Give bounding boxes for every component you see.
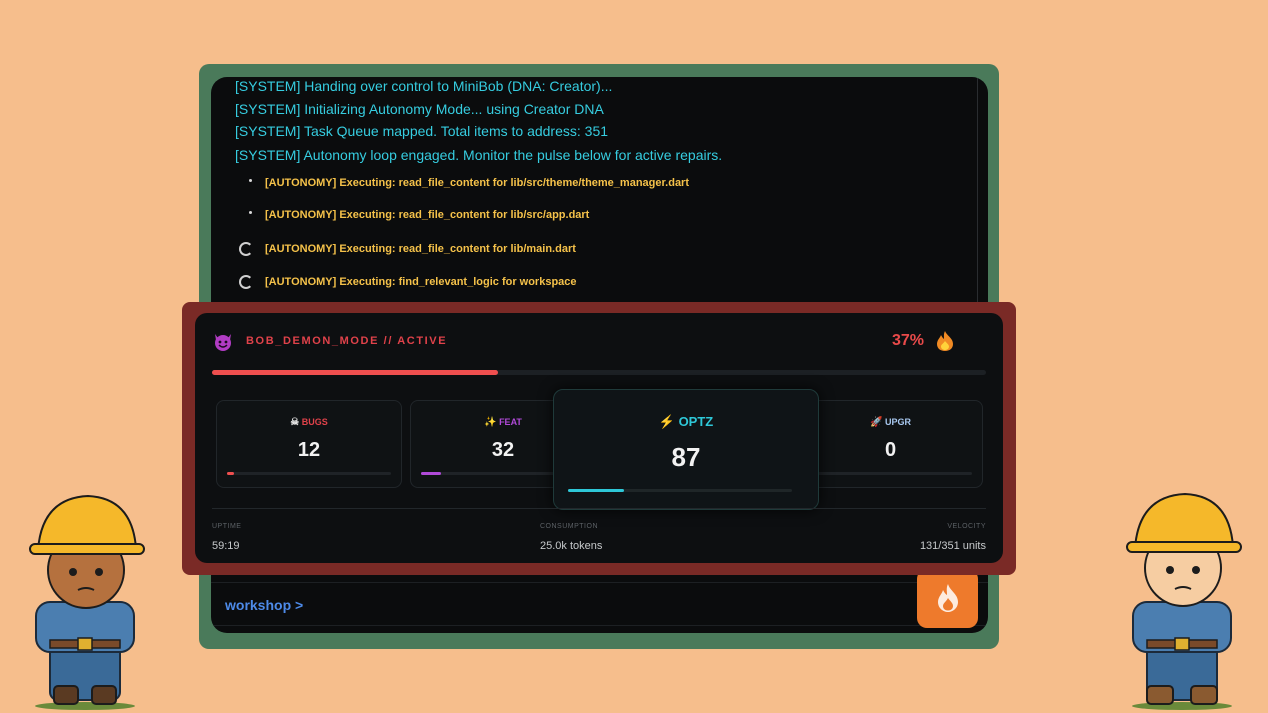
stat-progress-fill [421,472,441,475]
uptime-value: 59:19 [212,540,240,552]
log-autonomy-line: [AUTONOMY] Executing: find_relevant_logi… [265,276,577,288]
stat-label: OPTZ [678,414,714,429]
stat-progress-bar [809,472,972,475]
velocity-label: VELOCITY [947,523,986,530]
sparkles-icon: ✨ [484,417,497,428]
consumption-label: CONSUMPTION [540,523,598,530]
velocity-value: 131/351 units [919,540,986,552]
log-system-line: [SYSTEM] Handing over control to MiniBob… [235,78,613,94]
ignite-button[interactable] [917,569,978,628]
prompt-label: workshop > [225,597,304,613]
demon-mode-panel: BOB_DEMON_MODE // ACTIVE 37% ☠ BUGS 12 ✨… [195,313,1003,563]
status-dot-icon [249,179,252,182]
construction-worker-right [1126,492,1242,710]
stat-progress-bar [227,472,391,475]
uptime-label: UPTIME [212,523,242,530]
stat-progress-fill [568,489,624,492]
stat-card-optz[interactable]: ⚡ OPTZ 87 [553,389,819,510]
stat-card-upgr[interactable]: 🚀 UPGR 0 [798,400,983,488]
construction-worker-left [29,494,145,710]
demon-mode-percent: 37% [892,332,925,349]
consumption-value: 25.0k tokens [540,540,603,552]
overall-progress-bar [212,370,986,375]
flame-icon [938,584,958,612]
stat-label: FEAT [499,417,522,427]
stat-value: 12 [297,439,321,461]
log-autonomy-line: [AUTONOMY] Executing: read_file_content … [265,243,576,255]
log-system-line: [SYSTEM] Task Queue mapped. Total items … [235,123,609,139]
overall-progress-fill [212,370,499,375]
stat-card-bugs[interactable]: ☠ BUGS 12 [216,400,402,488]
stat-progress-fill [227,472,234,475]
stat-label: BUGS [301,417,328,427]
skull-icon: ☠ [290,417,300,428]
flame-icon [937,331,953,351]
demon-mode-title: BOB_DEMON_MODE // ACTIVE [246,335,448,347]
log-system-line: [SYSTEM] Autonomy loop engaged. Monitor … [235,147,723,163]
stat-progress-bar [568,489,792,492]
panel-divider [212,508,986,509]
stat-value: 0 [884,439,897,461]
rocket-icon: 🚀 [870,417,883,428]
log-system-line: [SYSTEM] Initializing Autonomy Mode... u… [235,101,604,117]
spinner-icon [239,275,253,289]
stat-value: 87 [671,442,701,472]
stat-label: UPGR [884,417,911,427]
command-input[interactable]: workshop > [211,582,988,626]
terminal-scrollbar[interactable] [977,77,978,307]
log-autonomy-line: [AUTONOMY] Executing: read_file_content … [265,209,590,221]
log-autonomy-line: [AUTONOMY] Executing: read_file_content … [265,177,690,189]
lightning-icon: ⚡ [658,414,675,429]
spinner-icon [239,242,253,256]
smiling-devil-icon [215,334,231,351]
status-dot-icon [249,211,252,214]
